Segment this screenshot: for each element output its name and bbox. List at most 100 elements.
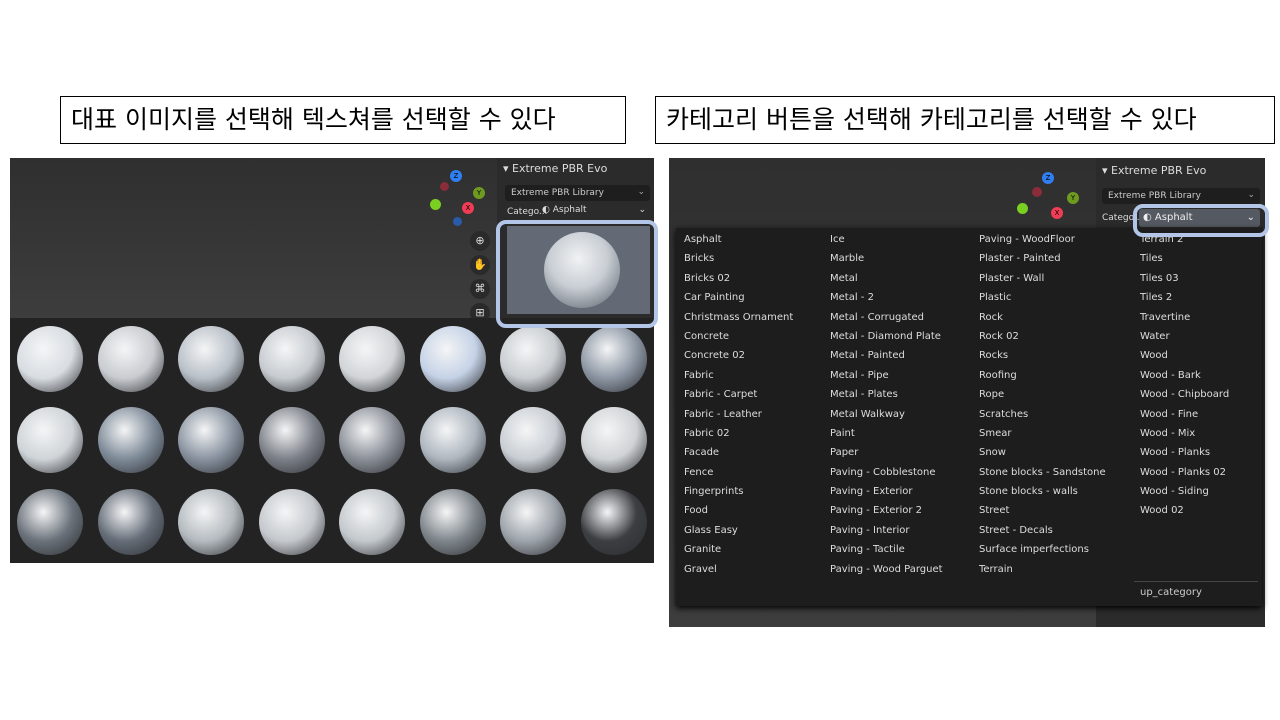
category-option[interactable]: Gravel — [684, 563, 793, 582]
texture-thumbnail[interactable] — [171, 400, 252, 482]
texture-thumbnail[interactable] — [493, 400, 574, 482]
category-option[interactable]: Glass Easy — [684, 524, 793, 543]
category-option[interactable]: Smear — [979, 427, 1106, 446]
gizmo-x[interactable]: X — [1051, 207, 1063, 219]
category-option[interactable]: Fabric 02 — [684, 427, 793, 446]
category-option[interactable]: Fabric - Carpet — [684, 388, 793, 407]
texture-thumbnail[interactable] — [574, 481, 655, 563]
category-option[interactable]: Surface imperfections — [979, 543, 1106, 562]
texture-thumbnail[interactable] — [91, 400, 172, 482]
category-option[interactable]: Metal — [830, 272, 943, 291]
category-option[interactable]: Metal - Pipe — [830, 369, 943, 388]
category-option[interactable]: Ice — [830, 233, 943, 252]
category-option[interactable]: Street - Decals — [979, 524, 1106, 543]
texture-thumbnail[interactable] — [332, 481, 413, 563]
category-option[interactable]: Tiles 03 — [1140, 272, 1229, 291]
category-option[interactable]: Asphalt — [684, 233, 793, 252]
category-option[interactable]: Wood - Mix — [1140, 427, 1229, 446]
category-option[interactable]: Street — [979, 504, 1106, 523]
texture-thumbnail[interactable] — [413, 481, 494, 563]
category-option[interactable]: Scratches — [979, 408, 1106, 427]
category-option[interactable]: Travertine — [1140, 311, 1229, 330]
category-option[interactable]: Paving - Interior — [830, 524, 943, 543]
gizmo-z[interactable]: Z — [450, 170, 462, 182]
category-option[interactable]: Metal - Corrugated — [830, 311, 943, 330]
texture-thumbnail[interactable] — [91, 318, 172, 400]
category-option[interactable]: Concrete — [684, 330, 793, 349]
texture-thumbnail[interactable] — [171, 481, 252, 563]
zoom-icon[interactable]: ⊕ — [470, 231, 490, 251]
category-option[interactable]: Bricks 02 — [684, 272, 793, 291]
category-option[interactable]: Tiles 2 — [1140, 291, 1229, 310]
viewport[interactable] — [10, 158, 497, 318]
category-option[interactable]: Metal - Plates — [830, 388, 943, 407]
category-option[interactable]: Metal - Diamond Plate — [830, 330, 943, 349]
category-option[interactable]: Fabric - Leather — [684, 408, 793, 427]
category-option[interactable]: Paint — [830, 427, 943, 446]
library-select[interactable]: Extreme PBR Library ⌄ — [1102, 188, 1260, 204]
axis-gizmo[interactable]: Z Y X — [430, 170, 490, 230]
category-option[interactable]: Fence — [684, 466, 793, 485]
category-option[interactable]: Wood - Chipboard — [1140, 388, 1229, 407]
category-option[interactable]: Wood - Planks — [1140, 446, 1229, 465]
category-option[interactable]: Metal - 2 — [830, 291, 943, 310]
category-option[interactable]: Facade — [684, 446, 793, 465]
category-option[interactable]: Roofing — [979, 369, 1106, 388]
texture-thumbnail[interactable] — [171, 318, 252, 400]
category-option[interactable]: Paving - Tactile — [830, 543, 943, 562]
gizmo-x[interactable]: X — [462, 202, 474, 214]
category-option[interactable]: Tiles — [1140, 252, 1229, 271]
up-category-item[interactable]: up_category — [1140, 587, 1202, 598]
category-option[interactable]: Metal - Painted — [830, 349, 943, 368]
category-option[interactable]: Paving - Exterior 2 — [830, 504, 943, 523]
category-option[interactable]: Bricks — [684, 252, 793, 271]
library-select[interactable]: Extreme PBR Library ⌄ — [505, 185, 650, 201]
panel-title[interactable]: ▾ Extreme PBR Evo — [503, 162, 607, 175]
category-option[interactable]: Paving - WoodFloor — [979, 233, 1106, 252]
category-option[interactable]: Rock — [979, 311, 1106, 330]
category-option[interactable]: Plaster - Wall — [979, 272, 1106, 291]
category-option[interactable]: Stone blocks - Sandstone — [979, 466, 1106, 485]
category-option[interactable]: Wood - Planks 02 — [1140, 466, 1229, 485]
category-option[interactable]: Wood - Siding — [1140, 485, 1229, 504]
category-option[interactable]: Plastic — [979, 291, 1106, 310]
texture-thumbnail[interactable] — [332, 318, 413, 400]
category-option[interactable]: Paving - Wood Parguet — [830, 563, 943, 582]
texture-thumbnail[interactable] — [493, 481, 574, 563]
camera-icon[interactable]: ⌘ — [470, 279, 490, 299]
texture-thumbnail[interactable] — [10, 481, 91, 563]
texture-thumbnail[interactable] — [252, 481, 333, 563]
category-select[interactable]: ◐ Asphalt ⌄ — [542, 205, 650, 215]
axis-gizmo[interactable]: Z Y X — [1014, 172, 1079, 232]
category-option[interactable]: Snow — [979, 446, 1106, 465]
category-option[interactable]: Wood - Fine — [1140, 408, 1229, 427]
category-option[interactable]: Paper — [830, 446, 943, 465]
category-option[interactable]: Wood - Bark — [1140, 369, 1229, 388]
category-option[interactable]: Fabric — [684, 369, 793, 388]
hand-pan-icon[interactable]: ✋ — [470, 255, 490, 275]
category-option[interactable]: Rock 02 — [979, 330, 1106, 349]
texture-thumbnail[interactable] — [413, 400, 494, 482]
texture-thumbnail[interactable] — [332, 400, 413, 482]
category-option[interactable]: Wood — [1140, 349, 1229, 368]
texture-thumbnail[interactable] — [574, 400, 655, 482]
category-option[interactable]: Concrete 02 — [684, 349, 793, 368]
category-option[interactable]: Car Painting — [684, 291, 793, 310]
category-option[interactable]: Granite — [684, 543, 793, 562]
texture-thumbnail[interactable] — [493, 318, 574, 400]
category-option[interactable]: Wood 02 — [1140, 504, 1229, 523]
texture-thumbnail[interactable] — [10, 318, 91, 400]
category-option[interactable]: Paving - Cobblestone — [830, 466, 943, 485]
texture-thumbnail[interactable] — [252, 318, 333, 400]
category-option[interactable]: Food — [684, 504, 793, 523]
gizmo-y[interactable]: Y — [473, 187, 485, 199]
texture-thumbnail[interactable] — [574, 318, 655, 400]
category-option[interactable]: Metal Walkway — [830, 408, 943, 427]
category-option[interactable]: Stone blocks - walls — [979, 485, 1106, 504]
category-option[interactable]: Rope — [979, 388, 1106, 407]
texture-thumbnail[interactable] — [252, 400, 333, 482]
texture-thumbnail[interactable] — [10, 400, 91, 482]
category-option[interactable]: Plaster - Painted — [979, 252, 1106, 271]
texture-thumbnail[interactable] — [413, 318, 494, 400]
category-option[interactable]: Christmass Ornament — [684, 311, 793, 330]
